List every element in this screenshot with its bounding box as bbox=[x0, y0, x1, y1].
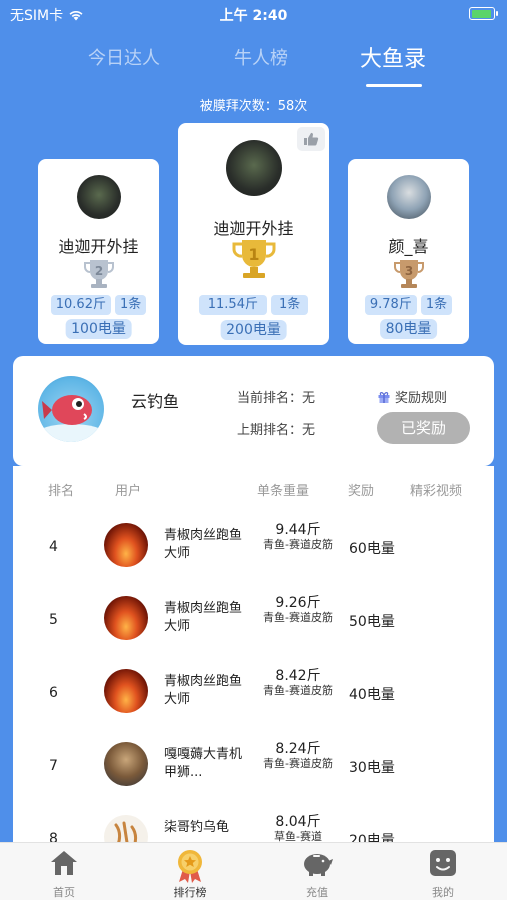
avatar bbox=[104, 596, 148, 640]
tab-label: 充值 bbox=[306, 886, 328, 899]
gift-icon bbox=[378, 391, 390, 403]
avatar bbox=[104, 669, 148, 713]
tab-top-players[interactable]: 牛人榜 bbox=[234, 44, 288, 70]
reward-rules-link[interactable]: 奖励规则 bbox=[377, 387, 447, 406]
rewarded-button[interactable]: 已奖励 bbox=[377, 412, 470, 444]
podium-card-third[interactable]: 颜_喜 3 9.78斤 1条 80电量 bbox=[348, 159, 469, 344]
tab-profile[interactable]: 我的 bbox=[403, 843, 483, 900]
podium-stats: 9.78斤 1条 bbox=[348, 295, 469, 315]
tab-recharge[interactable]: 充值 bbox=[277, 843, 357, 900]
row-reward: 50电量 bbox=[349, 614, 395, 630]
row-weight: 8.04斤 bbox=[275, 814, 321, 830]
avatar bbox=[104, 523, 148, 567]
home-icon bbox=[51, 851, 77, 875]
row-username: 青椒肉丝跑鱼大师 bbox=[164, 674, 243, 707]
like-button[interactable] bbox=[297, 127, 325, 151]
table-row[interactable]: 5 青椒肉丝跑鱼大师 9.26斤 青鱼-赛道皮筋 50电量 bbox=[13, 582, 494, 655]
podium-name: 迪迦开外挂 bbox=[58, 237, 139, 256]
header-rank: 排名 bbox=[48, 484, 75, 499]
reward-chip: 80电量 bbox=[379, 319, 438, 339]
header-video: 精彩视频 bbox=[410, 484, 463, 499]
my-rank-card: 云钓鱼 当前排名：无 上期排名：无 奖励规则 已奖励 bbox=[13, 356, 494, 466]
avatar bbox=[386, 175, 431, 219]
gold-trophy-icon: 1 bbox=[231, 240, 276, 278]
row-rank: 4 bbox=[49, 539, 58, 555]
avatar bbox=[225, 140, 282, 196]
row-species: 青鱼-赛道皮筋 bbox=[263, 538, 333, 551]
fish-mascot-icon bbox=[38, 395, 104, 442]
podium-stats: 11.54斤 1条 bbox=[178, 295, 329, 315]
row-reward: 40电量 bbox=[349, 687, 395, 703]
row-weight: 9.44斤 bbox=[275, 522, 321, 538]
tab-home[interactable]: 首页 bbox=[24, 843, 104, 900]
podium-stats: 10.62斤 1条 bbox=[38, 295, 159, 315]
thumbs-up-icon bbox=[304, 132, 319, 146]
table-row[interactable]: 8 柒哥钓乌龟 8.04斤 草鱼-赛道 20电量 bbox=[13, 801, 494, 846]
row-username: 嘎嘎薅大青机甲狮... bbox=[164, 747, 243, 780]
status-bar: 无SIM卡 上午 2:40 bbox=[0, 0, 507, 28]
avatar bbox=[104, 742, 148, 786]
piggy-bank-icon bbox=[304, 854, 333, 876]
table-row[interactable]: 7 嘎嘎薅大青机甲狮... 8.24斤 青鱼-赛道皮筋 30电量 bbox=[13, 728, 494, 801]
medal-icon bbox=[178, 850, 202, 883]
ranking-list: 排名 用户 单条重量 奖励 精彩视频 4 青椒肉丝跑鱼大师 9.44斤 青鱼-赛… bbox=[13, 466, 494, 846]
row-reward: 60电量 bbox=[349, 541, 395, 557]
row-species: 青鱼-赛道皮筋 bbox=[263, 684, 333, 697]
place-number: 3 bbox=[404, 264, 412, 278]
podium-name: 迪迦开外挂 bbox=[213, 219, 294, 238]
podium-card-first[interactable]: 迪迦开外挂 1 11.54斤 1条 200电量 bbox=[178, 123, 329, 345]
row-weight: 8.42斤 bbox=[275, 668, 321, 684]
place-number: 1 bbox=[248, 245, 259, 264]
header-weight: 单条重量 bbox=[257, 484, 310, 499]
worship-count: 被膜拜次数：58次 bbox=[199, 99, 308, 114]
podium-name: 颜_喜 bbox=[388, 237, 429, 256]
avatar bbox=[76, 175, 121, 219]
tab-leaderboard[interactable]: 排行榜 bbox=[150, 843, 230, 900]
podium-card-second[interactable]: 迪迦开外挂 2 10.62斤 1条 100电量 bbox=[38, 159, 159, 344]
bronze-trophy-icon: 3 bbox=[393, 260, 424, 288]
tab-label: 我的 bbox=[432, 886, 454, 899]
reward-chip: 100电量 bbox=[65, 319, 132, 339]
active-tab-indicator bbox=[366, 84, 422, 87]
header-user: 用户 bbox=[115, 484, 142, 499]
row-rank: 6 bbox=[49, 685, 58, 701]
tab-today-expert[interactable]: 今日达人 bbox=[88, 44, 160, 70]
weight-chip: 11.54斤 bbox=[198, 295, 267, 315]
row-weight: 8.24斤 bbox=[275, 741, 321, 757]
row-username: 青椒肉丝跑鱼大师 bbox=[164, 528, 243, 561]
row-username: 青椒肉丝跑鱼大师 bbox=[164, 601, 243, 634]
table-row[interactable]: 4 青椒肉丝跑鱼大师 9.44斤 青鱼-赛道皮筋 60电量 bbox=[13, 509, 494, 582]
bottom-tab-bar: 首页 排行榜 充值 我的 bbox=[0, 842, 507, 900]
row-username: 柒哥钓乌龟 bbox=[164, 820, 230, 835]
battery-icon bbox=[469, 7, 498, 20]
row-weight: 9.26斤 bbox=[275, 595, 321, 611]
row-rank: 5 bbox=[49, 612, 58, 628]
header-reward: 奖励 bbox=[348, 484, 375, 499]
ranking-tabs: 今日达人 牛人榜 大鱼录 bbox=[0, 40, 507, 90]
row-species: 青鱼-赛道皮筋 bbox=[263, 611, 333, 624]
place-number: 2 bbox=[94, 264, 102, 278]
tab-big-fish[interactable]: 大鱼录 bbox=[360, 41, 426, 73]
tab-label: 首页 bbox=[53, 886, 75, 899]
reward-rules-label: 奖励规则 bbox=[395, 391, 448, 406]
previous-rank: 上期排名：无 bbox=[237, 423, 316, 438]
status-time: 上午 2:40 bbox=[219, 8, 288, 24]
count-chip: 1条 bbox=[270, 295, 309, 315]
my-avatar bbox=[38, 376, 104, 442]
profile-icon bbox=[430, 850, 456, 876]
current-rank: 当前排名：无 bbox=[237, 391, 316, 406]
reward-chip: 200电量 bbox=[220, 320, 287, 340]
table-row[interactable]: 6 青椒肉丝跑鱼大师 8.42斤 青鱼-赛道皮筋 40电量 bbox=[13, 655, 494, 728]
row-species: 青鱼-赛道皮筋 bbox=[263, 757, 333, 770]
row-reward: 30电量 bbox=[349, 760, 395, 776]
count-chip: 1条 bbox=[114, 295, 147, 315]
silver-trophy-icon: 2 bbox=[83, 260, 114, 288]
my-username: 云钓鱼 bbox=[131, 392, 180, 411]
count-chip: 1条 bbox=[420, 295, 453, 315]
weight-chip: 9.78斤 bbox=[364, 295, 417, 315]
tab-label: 排行榜 bbox=[173, 886, 207, 899]
weight-chip: 10.62斤 bbox=[50, 295, 111, 315]
row-rank: 7 bbox=[49, 758, 58, 774]
